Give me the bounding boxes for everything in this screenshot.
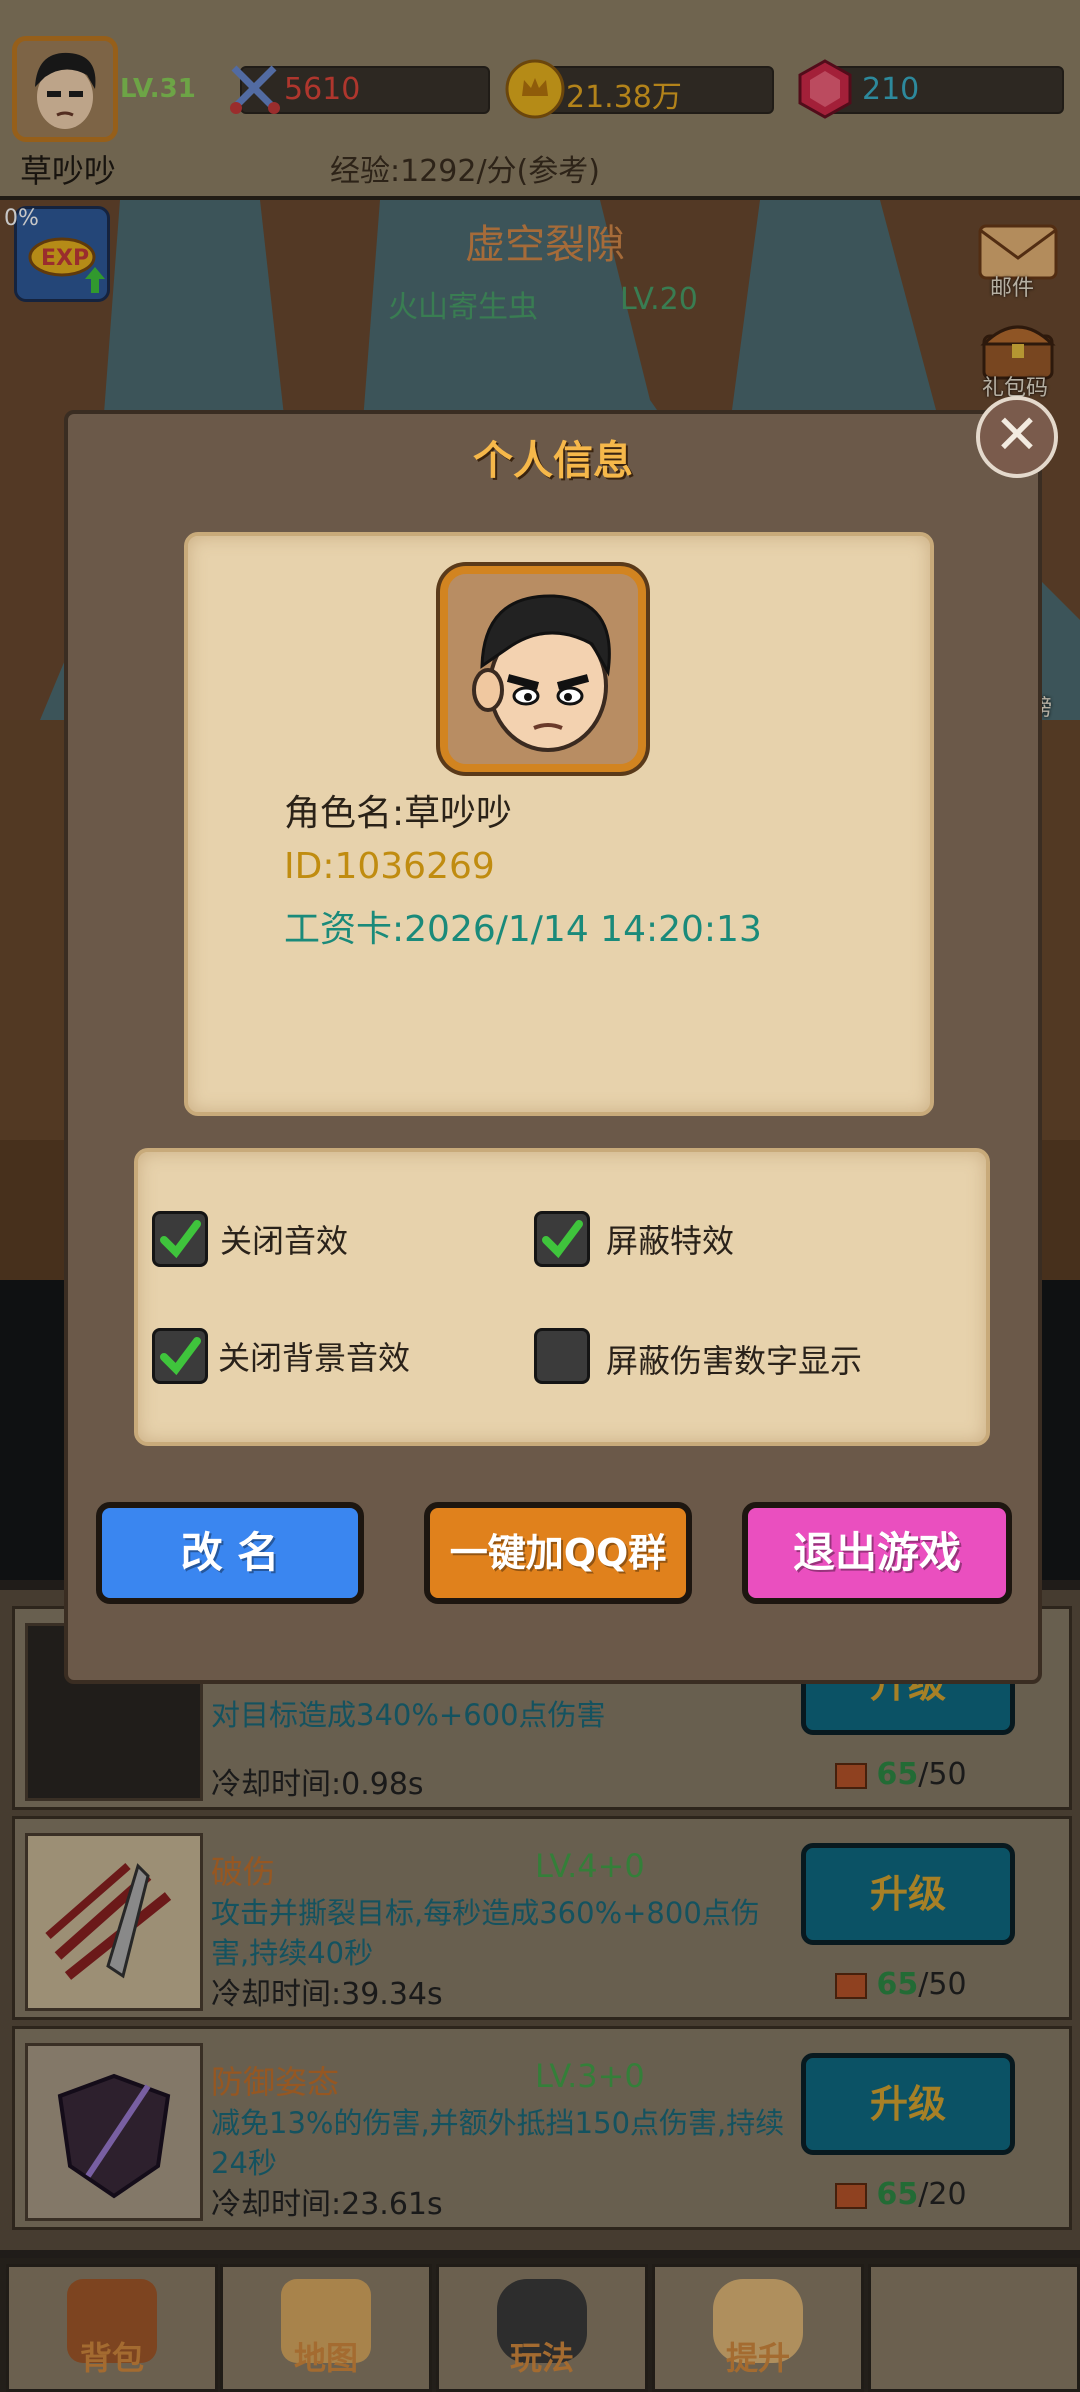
settings-panel xyxy=(134,1148,990,1446)
checkmark-icon xyxy=(160,1337,201,1376)
checkmark-icon xyxy=(160,1220,201,1259)
dialog-title: 个人信息 xyxy=(473,438,633,484)
bgm-off-label: 关闭背景音效 xyxy=(218,1339,411,1377)
hide-damage-numbers-checkbox[interactable] xyxy=(534,1328,590,1384)
quit-game-button[interactable]: 退出游戏 xyxy=(742,1502,1012,1604)
close-button[interactable]: ✕ xyxy=(976,396,1058,478)
close-icon: ✕ xyxy=(994,403,1040,466)
player-id: ID:1036269 xyxy=(284,846,495,887)
salary-card: 工资卡:2026/1/14 14:20:13 xyxy=(284,909,762,950)
sound-off-checkbox[interactable] xyxy=(152,1211,208,1267)
hide-effects-checkbox[interactable] xyxy=(534,1211,590,1267)
character-face-icon xyxy=(448,574,638,764)
checkmark-icon xyxy=(542,1220,583,1259)
role-name: 角色名:草吵吵 xyxy=(284,793,513,834)
hide-effects-label: 屏蔽特效 xyxy=(606,1222,735,1260)
join-qq-group-button[interactable]: 一键加QQ群 xyxy=(424,1502,692,1604)
player-portrait[interactable] xyxy=(440,566,646,772)
sound-off-label: 关闭音效 xyxy=(220,1222,349,1260)
rename-button[interactable]: 改 名 xyxy=(96,1502,364,1604)
bgm-off-checkbox[interactable] xyxy=(152,1328,208,1384)
hide-damage-numbers-label: 屏蔽伤害数字显示 xyxy=(606,1342,863,1380)
